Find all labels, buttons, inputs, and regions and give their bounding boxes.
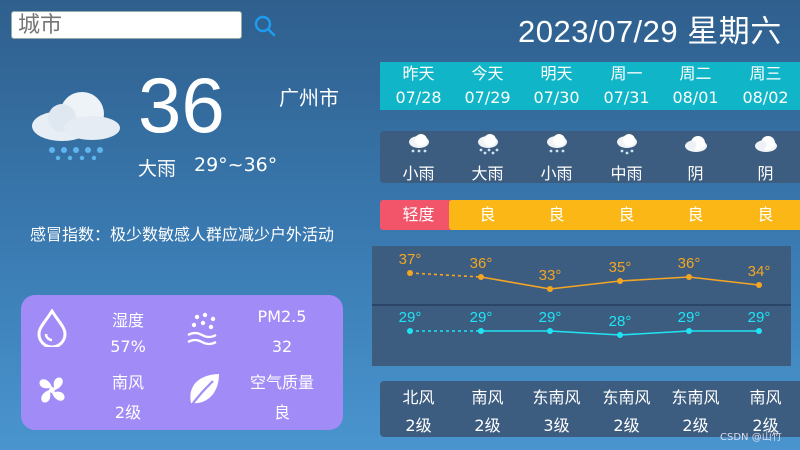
humidity-icon bbox=[35, 308, 69, 351]
forecast-aqi-badge: 良 bbox=[518, 200, 595, 230]
pm25-label: PM2.5 bbox=[257, 307, 307, 326]
leaf-icon bbox=[185, 371, 223, 415]
forecast-wind: 北风 2级 bbox=[380, 381, 457, 437]
data-label: 29° bbox=[399, 309, 422, 326]
forecast-day-label[interactable]: 今天 bbox=[449, 62, 526, 86]
data-point bbox=[407, 328, 413, 334]
data-label: 36° bbox=[678, 255, 701, 272]
forecast-day-label[interactable]: 周一 bbox=[588, 62, 665, 86]
forecast-wind-direction: 东南风 bbox=[671, 388, 720, 407]
overcast-icon bbox=[685, 136, 707, 152]
forecast-wind-direction: 东南风 bbox=[602, 388, 651, 407]
heavy-rain-icon bbox=[26, 84, 126, 164]
forecast-aqi-badge: 良 bbox=[727, 200, 800, 230]
light-rain-icon bbox=[409, 134, 429, 153]
watermark: CSDN @山竹 bbox=[720, 432, 782, 443]
forecast-date[interactable]: 07/28 bbox=[380, 86, 457, 110]
moderate-rain-icon bbox=[617, 134, 637, 155]
forecast-wind-direction: 东南风 bbox=[532, 388, 581, 407]
heavy-rain-icon bbox=[478, 134, 499, 155]
data-label: 35° bbox=[609, 259, 632, 276]
data-point bbox=[756, 328, 762, 334]
forecast-weather-label: 小雨 bbox=[540, 164, 573, 183]
data-point bbox=[686, 328, 692, 334]
forecast-weather-label: 中雨 bbox=[610, 164, 643, 183]
data-point bbox=[547, 328, 553, 334]
data-label: 29° bbox=[470, 309, 493, 326]
pm25-icon bbox=[185, 311, 223, 353]
light-rain-icon bbox=[547, 134, 567, 153]
search-icon[interactable] bbox=[252, 13, 278, 39]
data-point bbox=[478, 328, 484, 334]
fan-icon bbox=[35, 373, 69, 411]
forecast-day-label[interactable]: 周三 bbox=[727, 62, 800, 86]
wind-direction-label: 南风 bbox=[111, 373, 144, 392]
data-point bbox=[478, 274, 484, 280]
forecast-wind: 南风 2级 bbox=[449, 381, 526, 437]
data-label: 34° bbox=[748, 263, 771, 280]
forecast-wind-level: 2级 bbox=[405, 416, 432, 435]
forecast-weather: 中雨 bbox=[588, 131, 665, 183]
forecast-weather: 阴 bbox=[657, 131, 734, 183]
forecast-weather: 小雨 bbox=[380, 131, 457, 183]
info-card: 湿度 57% PM2.5 32 南风 2级 空气质量 良 bbox=[21, 295, 343, 430]
forecast-wind-level: 2级 bbox=[474, 416, 501, 435]
data-label: 29° bbox=[539, 309, 562, 326]
forecast-weather-label: 大雨 bbox=[471, 164, 504, 183]
forecast-aqi-badge: 良 bbox=[657, 200, 734, 230]
date-title: 2023/07/29 星期六 bbox=[518, 14, 782, 49]
temperature-chart: 37° 36° 33° 35° 36° 34° 29° 29° 29° 28° 29° 29° bbox=[372, 246, 791, 366]
humidity-value: 57% bbox=[110, 337, 146, 356]
forecast-weather: 小雨 bbox=[518, 131, 595, 183]
air-quality-label: 空气质量 bbox=[249, 373, 314, 392]
forecast-wind-direction: 南风 bbox=[471, 388, 504, 407]
humidity-label: 湿度 bbox=[111, 311, 144, 330]
series-line-dashed bbox=[409, 272, 482, 278]
current-weather-desc: 大雨 bbox=[138, 158, 177, 180]
air-quality-value: 良 bbox=[273, 403, 290, 422]
data-label: 37° bbox=[399, 251, 422, 268]
current-temperature: 36 bbox=[138, 61, 225, 149]
overcast-icon bbox=[755, 136, 777, 152]
pm25-value: 32 bbox=[271, 337, 293, 356]
forecast-weather-label: 阴 bbox=[687, 164, 704, 183]
forecast-weather: 大雨 bbox=[449, 131, 526, 183]
forecast-day-label[interactable]: 明天 bbox=[518, 62, 595, 86]
forecast-date[interactable]: 07/30 bbox=[518, 86, 595, 110]
data-point bbox=[756, 282, 762, 288]
forecast-wind-direction: 北风 bbox=[402, 388, 435, 407]
forecast-date[interactable]: 08/02 bbox=[727, 86, 800, 110]
forecast-weather-label: 小雨 bbox=[402, 164, 435, 183]
data-label: 33° bbox=[539, 267, 562, 284]
forecast-wind-direction: 南风 bbox=[749, 388, 782, 407]
forecast-weather: 阴 bbox=[727, 131, 800, 183]
forecast-date[interactable]: 08/01 bbox=[657, 86, 734, 110]
data-label: 36° bbox=[470, 255, 493, 272]
data-label: 28° bbox=[609, 313, 632, 330]
data-point bbox=[617, 278, 623, 284]
data-point bbox=[547, 286, 553, 292]
cold-index: 感冒指数：极少数敏感人群应减少户外活动 bbox=[30, 225, 335, 244]
data-point bbox=[407, 270, 413, 276]
forecast-wind-level: 2级 bbox=[613, 416, 640, 435]
forecast-aqi-badge: 良 bbox=[588, 200, 665, 230]
forecast-day-label[interactable]: 周二 bbox=[657, 62, 734, 86]
forecast-date[interactable]: 07/31 bbox=[588, 86, 665, 110]
city-name: 广州市 bbox=[279, 86, 339, 110]
wind-level-value: 2级 bbox=[114, 403, 142, 422]
forecast-aqi-badge: 良 bbox=[449, 200, 526, 230]
forecast-wind: 东南风 3级 bbox=[518, 381, 595, 437]
search-input[interactable] bbox=[11, 11, 242, 39]
data-point bbox=[686, 274, 692, 280]
forecast-wind-level: 3级 bbox=[543, 416, 570, 435]
forecast-wind: 东南风 2级 bbox=[588, 381, 665, 437]
data-point bbox=[617, 332, 623, 338]
forecast-weather-label: 阴 bbox=[757, 164, 774, 183]
forecast-date[interactable]: 07/29 bbox=[449, 86, 526, 110]
data-label: 29° bbox=[748, 309, 771, 326]
forecast-day-label[interactable]: 昨天 bbox=[380, 62, 457, 86]
current-temp-range: 29°~36° bbox=[194, 154, 278, 176]
forecast-aqi-badge: 轻度 bbox=[380, 200, 457, 230]
data-label: 29° bbox=[678, 309, 701, 326]
